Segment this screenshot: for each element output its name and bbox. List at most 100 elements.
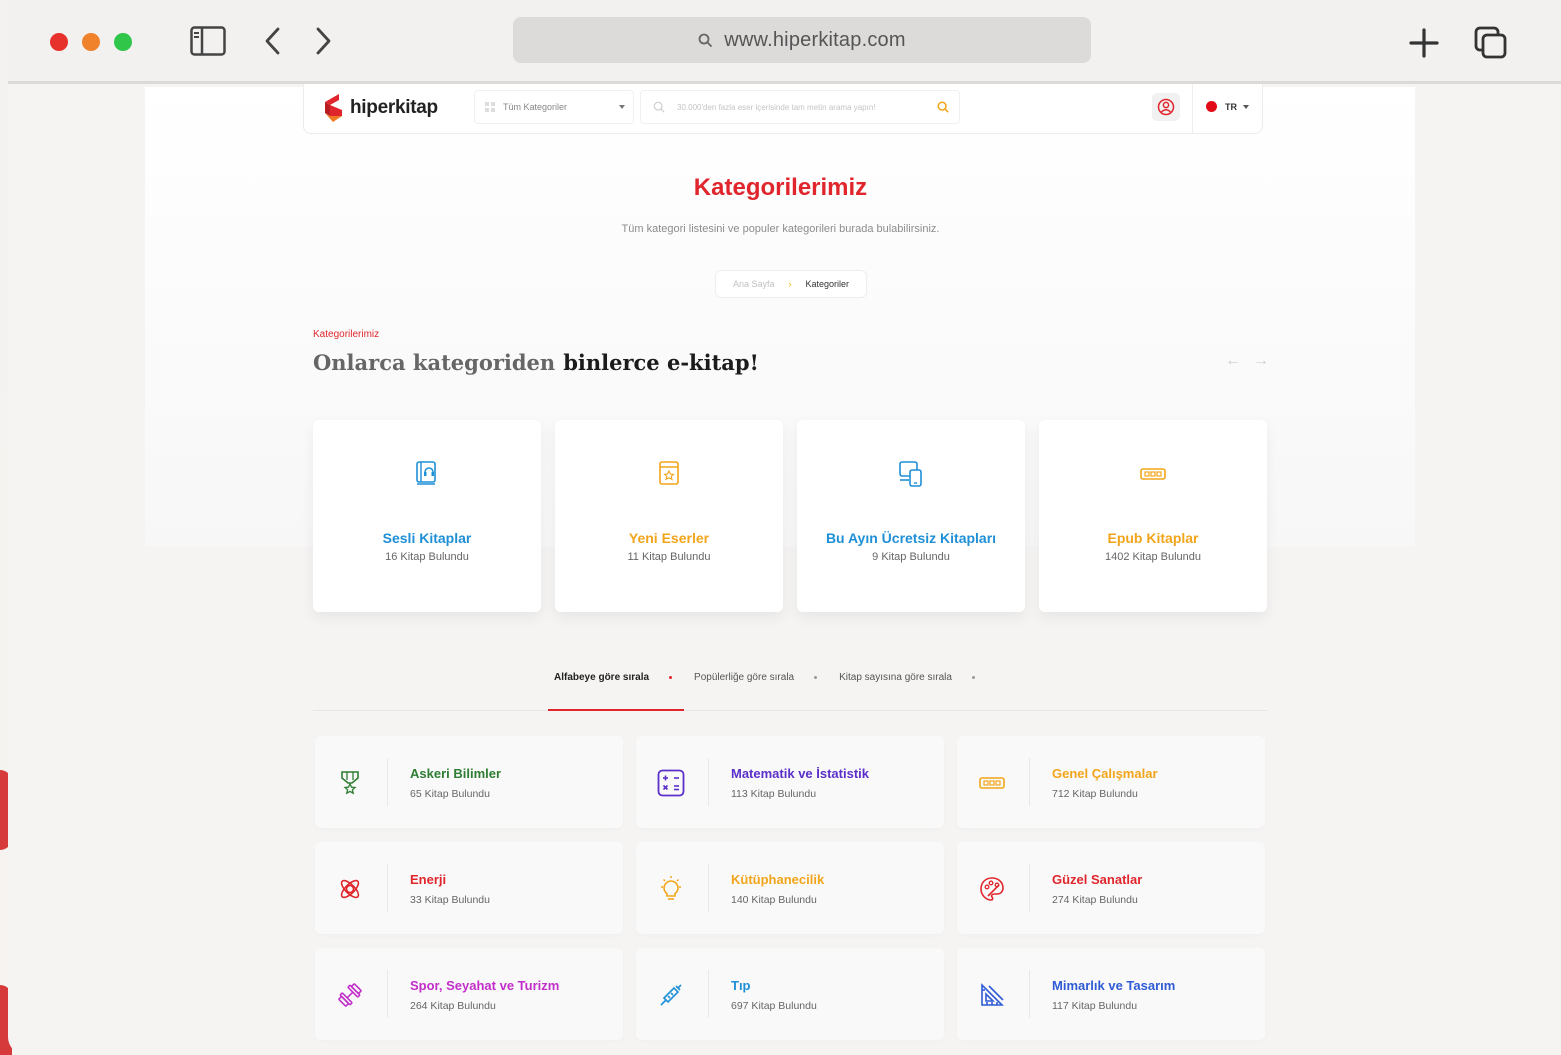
category-title: Enerji (410, 872, 447, 887)
category-select[interactable]: Tüm Kategoriler (474, 90, 634, 124)
tab-sort-popularity[interactable]: Popülerliğe göre sırala (694, 672, 818, 683)
search-icon (698, 33, 713, 47)
logo-icon (325, 94, 342, 122)
page-subtitle: Tüm kategori listesini ve populer katego… (621, 223, 940, 235)
category-select-value: Tüm Kategoriler (503, 102, 568, 112)
category-card[interactable]: Mimarlık ve Tasarım 117 Kitap Bulundu (957, 948, 1265, 1040)
divider (1029, 970, 1030, 1018)
audiobook-icon (416, 461, 436, 485)
featured-card-count: 16 Kitap Bulundu (385, 551, 469, 563)
featured-card-title: Yeni Eserler (628, 530, 710, 546)
divider (708, 864, 709, 912)
sort-tabs: Alfabeye göre sırala Popülerliğe göre sı… (548, 672, 997, 683)
tab-dot (971, 676, 975, 679)
back-icon[interactable] (263, 26, 283, 56)
breadcrumb: Ana Sayfa › Kategoriler (715, 270, 867, 298)
section-title-part1: Onlarca kategoriden (313, 350, 556, 375)
featured-card[interactable]: Bu Ayın Ücretsiz Kitapları 9 Kitap Bulun… (797, 420, 1025, 612)
forward-icon[interactable] (313, 26, 333, 56)
category-count: 274 Kitap Bulundu (1052, 894, 1138, 906)
maximize-window-button[interactable] (114, 33, 132, 51)
featured-card-count: 11 Kitap Bulundu (627, 551, 711, 563)
category-count: 33 Kitap Bulundu (410, 894, 490, 906)
carousel-nav: ← → (1225, 352, 1269, 370)
devices-icon (899, 461, 922, 487)
browser-toolbar: www.hiperkitap.com (8, 0, 1561, 84)
category-card[interactable]: Matematik ve İstatistik 113 Kitap Bulund… (636, 736, 944, 828)
category-count: 65 Kitap Bulundu (410, 788, 490, 800)
palette-icon (980, 877, 1004, 901)
tab-dot (669, 676, 673, 679)
language-value: TR (1225, 101, 1237, 112)
medal-icon (341, 771, 359, 795)
category-card[interactable]: Askeri Bilimler 65 Kitap Bulundu (315, 736, 623, 828)
close-window-button[interactable] (50, 33, 68, 51)
divider (387, 864, 388, 912)
ruler-icon (981, 983, 1004, 1006)
category-title: Tıp (731, 978, 751, 993)
tab-label: Popülerliğe göre sırala (694, 672, 795, 683)
section-title: Onlarca kategoriden binlerce e-kitap! (313, 350, 759, 375)
category-card[interactable]: Genel Çalışmalar 712 Kitap Bulundu (957, 736, 1265, 828)
search-icon (653, 101, 665, 113)
divider (1029, 758, 1030, 806)
language-select[interactable]: TR (1206, 101, 1249, 112)
category-count: 140 Kitap Bulundu (731, 894, 817, 906)
turkey-flag-icon (1206, 101, 1217, 112)
category-title: Kütüphanecilik (731, 872, 825, 887)
logo-text: hiperkitap (350, 97, 438, 118)
featured-card-count: 1402 Kitap Bulundu (1104, 551, 1202, 563)
category-title: Mimarlık ve Tasarım (1052, 978, 1176, 993)
featured-card[interactable]: Yeni Eserler 11 Kitap Bulundu (555, 420, 783, 612)
atom-icon (340, 879, 360, 899)
search-input[interactable]: 30.000'den fazla eser içerisinde tam met… (640, 90, 960, 124)
tabs-overview-icon[interactable] (1474, 26, 1508, 60)
divider (1192, 84, 1193, 134)
tab-sort-alphabetical[interactable]: Alfabeye göre sırala (554, 672, 673, 683)
address-bar[interactable]: www.hiperkitap.com (513, 17, 1091, 63)
category-count: 264 Kitap Bulundu (410, 1000, 496, 1012)
syringe-icon (660, 984, 682, 1006)
tab-dot (814, 676, 818, 679)
site-logo[interactable]: hiperkitap (322, 92, 438, 124)
category-count: 697 Kitap Bulundu (731, 1000, 817, 1012)
featured-card-title: Bu Ayın Ücretsiz Kitapları (825, 530, 997, 546)
user-account-button[interactable] (1152, 93, 1180, 121)
search-submit-icon[interactable] (937, 101, 949, 113)
divider (708, 758, 709, 806)
epub-icon (979, 777, 1005, 789)
divider (708, 970, 709, 1018)
category-card[interactable]: Güzel Sanatlar 274 Kitap Bulundu (957, 842, 1265, 934)
category-card[interactable]: Spor, Seyahat ve Turizm 264 Kitap Bulund… (315, 948, 623, 1040)
category-title: Genel Çalışmalar (1052, 766, 1158, 781)
sidebar-toggle-icon[interactable] (190, 26, 226, 56)
arrow-left-icon[interactable]: ← (1225, 352, 1241, 370)
active-tab-indicator (548, 709, 684, 711)
featured-card-title: Epub Kitaplar (1107, 530, 1199, 546)
calculator-icon (657, 769, 685, 797)
new-tab-icon[interactable] (1408, 26, 1440, 60)
category-card[interactable]: Kütüphanecilik 140 Kitap Bulundu (636, 842, 944, 934)
breadcrumb-home-link[interactable]: Ana Sayfa (733, 279, 775, 289)
search-placeholder: 30.000'den fazla eser içerisinde tam met… (677, 102, 876, 112)
chevron-down-icon (1243, 104, 1249, 109)
category-card[interactable]: Enerji 33 Kitap Bulundu (315, 842, 623, 934)
chevron-down-icon (619, 105, 625, 109)
category-title: Askeri Bilimler (410, 766, 502, 781)
featured-card[interactable]: Epub Kitaplar 1402 Kitap Bulundu (1039, 420, 1267, 612)
category-title: Güzel Sanatlar (1052, 872, 1143, 887)
user-icon (1157, 98, 1175, 116)
dumbbell-icon (338, 983, 362, 1007)
featured-card[interactable]: Sesli Kitaplar 16 Kitap Bulundu (313, 420, 541, 612)
page-title: Kategorilerimiz (693, 174, 868, 201)
divider (387, 758, 388, 806)
category-card[interactable]: Tıp 697 Kitap Bulundu (636, 948, 944, 1040)
minimize-window-button[interactable] (82, 33, 100, 51)
category-count: 113 Kitap Bulundu (731, 788, 817, 800)
tab-label: Kitap sayısına göre sırala (839, 672, 952, 683)
tab-sort-count[interactable]: Kitap sayısına göre sırala (839, 672, 975, 683)
lightbulb-icon (661, 876, 681, 900)
category-title: Matematik ve İstatistik (731, 766, 870, 781)
arrow-right-icon[interactable]: → (1253, 352, 1269, 370)
site-header: hiperkitap Tüm Kategoriler 30.000'den fa… (303, 84, 1263, 134)
